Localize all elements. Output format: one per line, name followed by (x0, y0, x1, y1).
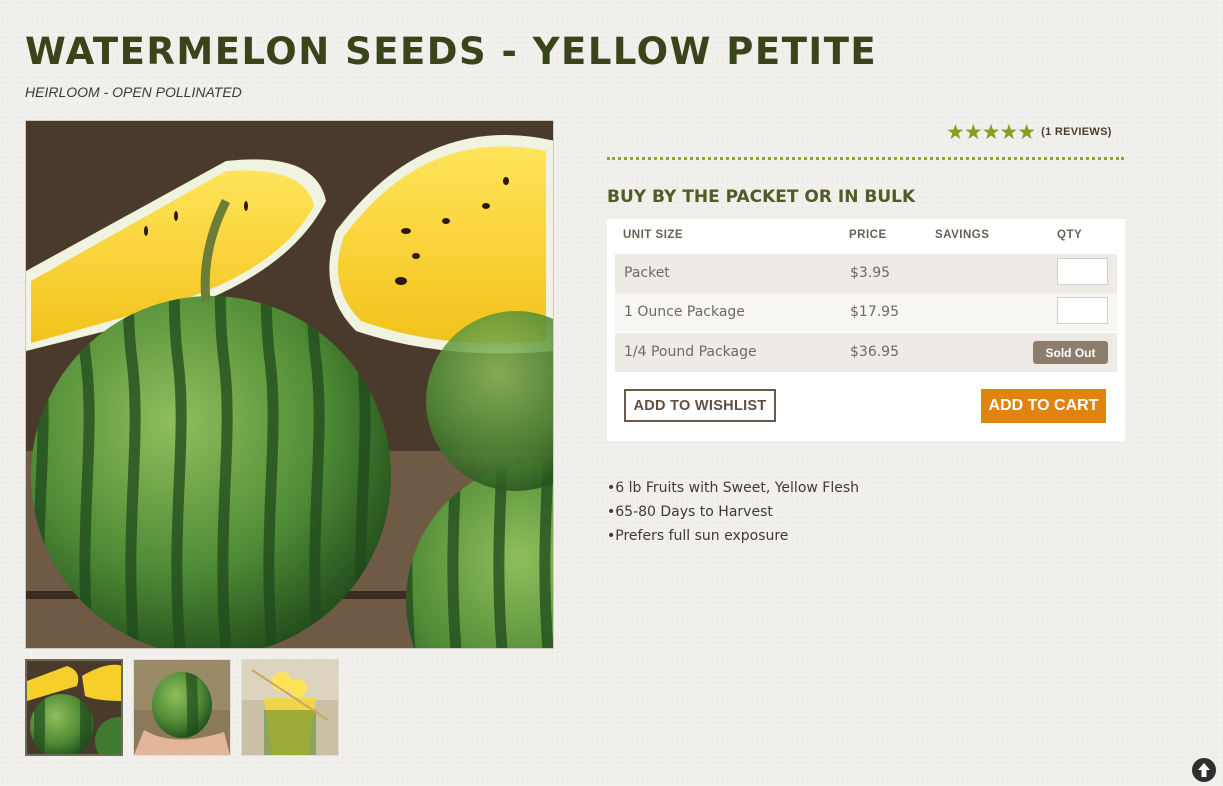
unit-size-cell: 1 Ounce Package (624, 304, 745, 320)
add-to-cart-button[interactable]: ADD TO CART (981, 389, 1106, 423)
column-header-unit-size: UNIT SIZE (623, 229, 684, 241)
thumbnail-3[interactable] (241, 659, 339, 756)
list-item: 65-80 Days to Harvest (607, 502, 859, 526)
main-product-image[interactable] (25, 120, 554, 649)
list-item: 6 lb Fruits with Sweet, Yellow Flesh (607, 478, 859, 502)
buy-options-heading: BUY BY THE PACKET OR IN BULK (607, 187, 916, 207)
list-item: Prefers full sun exposure (607, 526, 859, 550)
star-rating-icons: ★★★★★ (946, 119, 1036, 144)
product-title: WATERMELON SEEDS - YELLOW PETITE (25, 30, 878, 73)
reviews-count-link[interactable]: (1 REVIEWS) (1041, 126, 1112, 138)
back-to-top-button[interactable] (1192, 758, 1216, 782)
dotted-divider (607, 157, 1124, 160)
column-header-qty: QTY (1057, 229, 1083, 241)
sold-out-badge: Sold Out (1033, 341, 1108, 364)
price-cell: $17.95 (850, 304, 899, 320)
thumbnail-watermelon-drink (242, 660, 338, 755)
thumbnail-watermelon-slices (27, 661, 121, 754)
product-subtitle: HEIRLOOM - OPEN POLLINATED (25, 84, 242, 100)
column-header-savings: SAVINGS (935, 229, 990, 241)
table-row: Packet $3.95 (615, 254, 1117, 293)
column-header-price: PRICE (849, 229, 887, 241)
price-cell: $3.95 (850, 265, 891, 281)
thumbnail-2[interactable] (133, 659, 231, 756)
table-row: 1 Ounce Package $17.95 (615, 293, 1117, 332)
unit-size-cell: 1/4 Pound Package (624, 344, 757, 360)
arrow-up-circle-icon (1193, 759, 1215, 781)
thumbnail-1[interactable] (25, 659, 123, 756)
thumbnail-watermelon-in-hand (134, 660, 230, 755)
product-rating[interactable]: ★★★★★ (1 REVIEWS) (946, 121, 1112, 143)
unit-size-cell: Packet (624, 265, 670, 281)
qty-input-packet[interactable] (1057, 258, 1108, 285)
watermelon-photo (26, 121, 553, 648)
purchase-table: UNIT SIZE PRICE SAVINGS QTY Packet $3.95… (607, 219, 1125, 441)
price-cell: $36.95 (850, 344, 899, 360)
product-features-list: 6 lb Fruits with Sweet, Yellow Flesh 65-… (607, 478, 859, 550)
table-row: 1/4 Pound Package $36.95 Sold Out (615, 333, 1117, 372)
add-to-wishlist-button[interactable]: ADD TO WISHLIST (624, 389, 776, 422)
qty-input-ounce[interactable] (1057, 297, 1108, 324)
